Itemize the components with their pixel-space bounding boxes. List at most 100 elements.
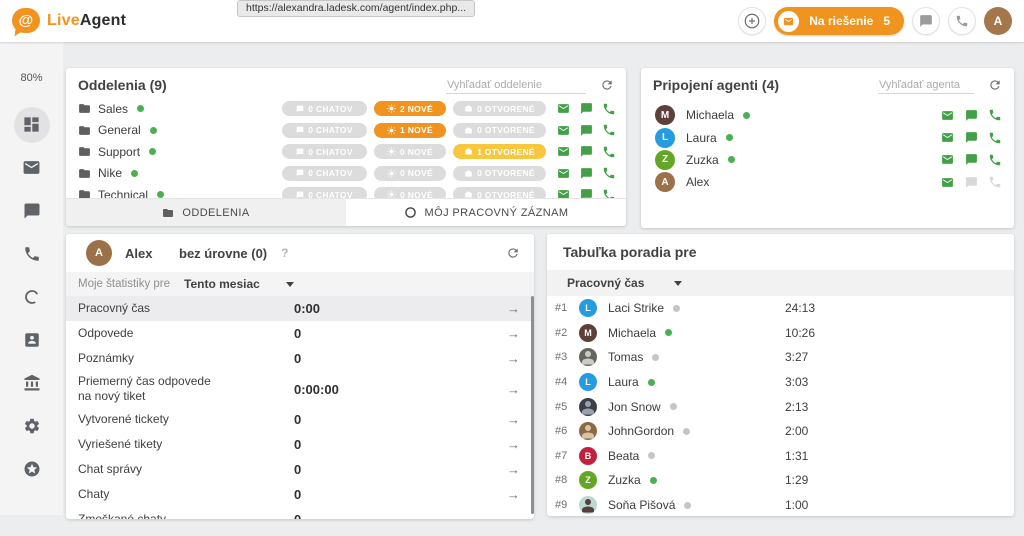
chat-action-icon[interactable] (580, 124, 593, 137)
refresh-icon[interactable] (506, 246, 520, 260)
mail-action-icon[interactable] (556, 145, 571, 158)
agent-row[interactable]: L Laura (641, 126, 1014, 148)
department-row[interactable]: Technical 0 CHATOV 0 NOVÉ 0 OTVORENÉ (66, 184, 626, 198)
mail-action-icon[interactable] (940, 176, 955, 189)
leaderboard-metric-dropdown[interactable]: Pracovný čas (567, 276, 682, 290)
chats-badge[interactable]: 0 CHATOV (282, 123, 367, 138)
sidebar-item-calls[interactable] (0, 232, 63, 275)
liveagent-logo[interactable]: @ LiveAgent (12, 8, 126, 33)
sidebar-item-billing[interactable] (0, 361, 63, 404)
refresh-icon[interactable] (600, 78, 614, 92)
open-badge[interactable]: 0 OTVORENÉ (453, 166, 546, 181)
leaderboard-row[interactable]: #8 Z Zuzka 1:29 (547, 468, 1014, 493)
new-badge[interactable]: 0 NOVÉ (374, 187, 446, 198)
sidebar-item-contacts[interactable] (0, 318, 63, 361)
open-badge[interactable]: 1 OTVORENÉ (453, 144, 546, 159)
search-department-input[interactable] (446, 77, 586, 94)
mail-action-icon[interactable] (556, 188, 571, 198)
call-action-icon[interactable] (602, 123, 616, 137)
stat-row[interactable]: Poznámky0→ (66, 346, 534, 371)
chats-badge[interactable]: 0 CHATOV (282, 187, 367, 198)
refresh-icon[interactable] (988, 78, 1002, 92)
tab-oddelenia[interactable]: ODDELENIA (66, 199, 346, 226)
stat-row[interactable]: Chat správy0→ (66, 457, 534, 482)
sidebar-item-tickets[interactable] (0, 146, 63, 189)
help-icon[interactable]: ? (281, 246, 288, 260)
stat-row[interactable]: Pracovný čas0:00→ (66, 296, 534, 321)
call-action-icon[interactable] (988, 108, 1002, 122)
leaderboard-row[interactable]: #9 Soňa Pišová 1:00 (547, 493, 1014, 516)
call-action-icon[interactable] (602, 166, 616, 180)
chat-action-icon[interactable] (965, 131, 978, 144)
mail-action-icon[interactable] (940, 109, 955, 122)
leaderboard-row[interactable]: #4 L Laura 3:03 (547, 370, 1014, 395)
agent-row[interactable]: A Alex (641, 171, 1014, 193)
chats-badge[interactable]: 0 CHATOV (282, 144, 367, 159)
scrollbar[interactable] (531, 296, 534, 514)
to-solve-label: Na riešenie (809, 14, 873, 28)
mail-action-icon[interactable] (556, 102, 571, 115)
leaderboard-row[interactable]: #6 JohnGordon 2:00 (547, 419, 1014, 444)
tab-moj-pracovny-zaznam[interactable]: MÔJ PRACOVNÝ ZÁZNAM (346, 199, 626, 226)
mail-action-icon[interactable] (940, 153, 955, 166)
leaderboard-row[interactable]: #7 B Beata 1:31 (547, 444, 1014, 469)
call-action-icon[interactable] (988, 131, 1002, 145)
chat-action-icon[interactable] (580, 188, 593, 198)
new-badge[interactable]: 0 NOVÉ (374, 166, 446, 181)
call-action-icon[interactable] (988, 175, 1002, 189)
chats-button[interactable] (912, 7, 940, 35)
leaderboard-row[interactable]: #5 Jon Snow 2:13 (547, 394, 1014, 419)
chat-action-icon[interactable] (580, 167, 593, 180)
mail-action-icon[interactable] (556, 124, 571, 137)
departments-list: Sales 0 CHATOV 2 NOVÉ 0 OTVORENÉ General… (66, 98, 626, 198)
call-action-icon[interactable] (602, 102, 616, 116)
chat-action-icon[interactable] (965, 176, 978, 189)
sidebar-item-settings[interactable] (0, 404, 63, 447)
sidebar-item-dashboard[interactable] (0, 103, 63, 146)
search-agent-input[interactable] (878, 77, 974, 94)
chat-action-icon[interactable] (965, 109, 978, 122)
sidebar-item-gamification[interactable] (0, 447, 63, 490)
user-avatar[interactable]: A (984, 7, 1012, 35)
chat-action-icon[interactable] (965, 153, 978, 166)
calls-button[interactable] (948, 7, 976, 35)
new-badge[interactable]: 0 NOVÉ (374, 144, 446, 159)
chat-action-icon[interactable] (580, 145, 593, 158)
sidebar-item-chats[interactable] (0, 189, 63, 232)
department-row[interactable]: Sales 0 CHATOV 2 NOVÉ 0 OTVORENÉ (66, 98, 626, 120)
stat-row[interactable]: Chaty0→ (66, 482, 534, 507)
open-badge[interactable]: 0 OTVORENÉ (453, 101, 546, 116)
stat-row[interactable]: Vytvorené tickety0→ (66, 407, 534, 432)
agent-row[interactable]: Z Zuzka (641, 149, 1014, 171)
new-badge[interactable]: 2 NOVÉ (374, 101, 446, 116)
agent-avatar (579, 422, 597, 440)
department-row[interactable]: Nike 0 CHATOV 0 NOVÉ 0 OTVORENÉ (66, 163, 626, 185)
chat-action-icon[interactable] (580, 102, 593, 115)
status-dot (137, 105, 144, 112)
sidebar-item-time[interactable] (0, 275, 63, 318)
chats-badge[interactable]: 0 CHATOV (282, 101, 367, 116)
stat-row[interactable]: Priemerný čas odpovede na nový tiket0:00… (66, 371, 534, 407)
leaderboard-row[interactable]: #2 M Michaela 10:26 (547, 321, 1014, 346)
mail-action-icon[interactable] (940, 131, 955, 144)
stat-row[interactable]: Zmeškané chaty0→ (66, 507, 534, 519)
add-button[interactable] (738, 7, 766, 35)
leaderboard-row[interactable]: #3 Tomas 3:27 (547, 345, 1014, 370)
open-badge[interactable]: 0 OTVORENÉ (453, 123, 546, 138)
stats-period-dropdown[interactable]: Tento mesiac (184, 277, 294, 291)
chats-badge[interactable]: 0 CHATOV (282, 166, 367, 181)
call-action-icon[interactable] (602, 188, 616, 198)
stat-row[interactable]: Vyriešené tikety0→ (66, 432, 534, 457)
open-badge[interactable]: 0 OTVORENÉ (453, 187, 546, 198)
department-row[interactable]: General 0 CHATOV 1 NOVÉ 0 OTVORENÉ (66, 120, 626, 142)
mail-action-icon[interactable] (556, 167, 571, 180)
stat-row[interactable]: Odpovede0→ (66, 321, 534, 346)
new-badge[interactable]: 1 NOVÉ (374, 123, 446, 138)
chevron-down-icon (286, 282, 294, 287)
leaderboard-row[interactable]: #1 L Laci Strike 24:13 (547, 296, 1014, 321)
to-solve-button[interactable]: Na riešenie 5 (774, 7, 904, 35)
department-row[interactable]: Support 0 CHATOV 0 NOVÉ 1 OTVORENÉ (66, 141, 626, 163)
call-action-icon[interactable] (602, 145, 616, 159)
agent-row[interactable]: M Michaela (641, 104, 1014, 126)
call-action-icon[interactable] (988, 153, 1002, 167)
